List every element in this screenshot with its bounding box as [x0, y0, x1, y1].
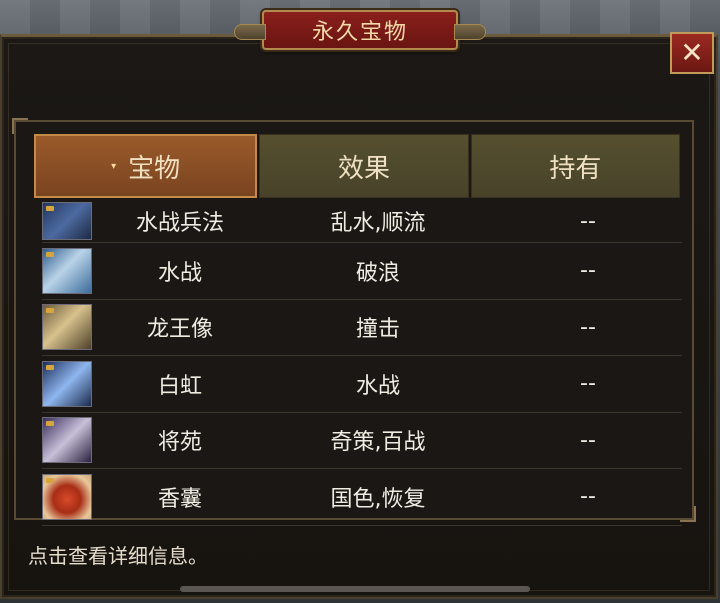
- white-rainbow-icon: [42, 360, 92, 407]
- table-row[interactable]: 白虹 水战 --: [42, 356, 682, 413]
- screen: 永久宝物 ✕ ▾ 宝物 效果 持有 水战兵法 乱水,顺流 -- 水战 破浪 --…: [0, 0, 720, 603]
- table-row[interactable]: 将苑 奇策,百战 --: [42, 413, 682, 469]
- treasure-effect: 奇策,百战: [330, 430, 426, 456]
- dragon-king-statue-icon: [42, 304, 92, 351]
- general-book-icon: [42, 417, 92, 464]
- title-ornament-right: [454, 24, 486, 40]
- treasure-effect: 水战: [355, 373, 400, 399]
- table-row[interactable]: 水战 破浪 --: [42, 243, 682, 300]
- treasure-effect: 国色,恢复: [330, 486, 426, 512]
- treasure-name: 香囊: [157, 486, 202, 512]
- close-button[interactable]: ✕: [670, 32, 714, 74]
- treasure-owned: --: [580, 208, 596, 234]
- treasure-owned: --: [580, 484, 596, 510]
- header-treasure-tab[interactable]: ▾ 宝物: [34, 134, 258, 198]
- footer-hint: 点击查看详细信息。: [28, 544, 208, 568]
- naval-battle-icon: [42, 247, 92, 294]
- treasure-name: 龙王像: [146, 317, 213, 343]
- war-manual-icon: [42, 202, 92, 240]
- header-effect-tab[interactable]: 效果: [259, 134, 469, 198]
- treasure-name: 水战: [157, 260, 202, 286]
- treasure-effect: 撞击: [355, 317, 400, 343]
- window-title: 永久宝物: [311, 20, 408, 45]
- table-header: ▾ 宝物 效果 持有: [34, 134, 680, 198]
- sachet-icon: [42, 473, 92, 520]
- title-ornament-left: [234, 24, 266, 40]
- treasure-owned: --: [580, 314, 596, 340]
- treasure-owned: --: [580, 371, 596, 397]
- close-icon: ✕: [680, 36, 704, 69]
- treasure-table: ▾ 宝物 效果 持有 水战兵法 乱水,顺流 -- 水战 破浪 -- 龙王像 撞击…: [12, 118, 696, 526]
- table-row[interactable]: 龙王像 撞击 --: [42, 300, 682, 356]
- table-body: 水战兵法 乱水,顺流 -- 水战 破浪 -- 龙王像 撞击 -- 白虹 水战 -…: [42, 200, 682, 526]
- header-owned-tab[interactable]: 持有: [470, 134, 680, 198]
- treasure-name: 白虹: [157, 373, 202, 399]
- scroll-indicator[interactable]: [180, 586, 530, 592]
- header-owned-label: 持有: [549, 153, 602, 184]
- table-row[interactable]: 香囊 国色,恢复 --: [42, 469, 682, 526]
- sort-arrow-icon: ▾: [111, 160, 117, 172]
- header-effect-label: 效果: [337, 153, 390, 184]
- treasure-name: 水战兵法: [135, 211, 224, 236]
- treasure-effect: 乱水,顺流: [330, 211, 426, 236]
- treasure-owned: --: [580, 258, 596, 284]
- header-treasure-label: 宝物: [128, 153, 181, 184]
- treasure-owned: --: [580, 427, 596, 453]
- table-row[interactable]: 水战兵法 乱水,顺流 --: [42, 200, 682, 243]
- treasure-effect: 破浪: [355, 260, 400, 286]
- treasure-name: 将苑: [157, 430, 202, 456]
- window-title-plate: 永久宝物: [234, 10, 486, 50]
